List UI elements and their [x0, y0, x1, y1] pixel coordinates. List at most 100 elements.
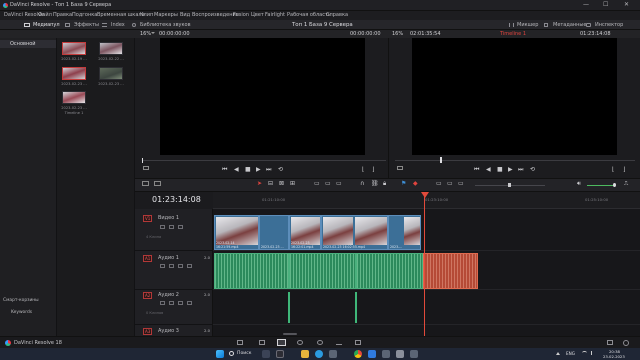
chevron-down-icon[interactable] [151, 32, 155, 34]
media-clip-thumbnail[interactable] [62, 91, 86, 104]
menu-playback[interactable]: Воспроизведение [192, 12, 239, 18]
source-loop-icon[interactable]: ⟲ [278, 166, 283, 173]
source-next-icon[interactable]: ⏭ [266, 166, 271, 174]
link-icon[interactable]: ⛓ [371, 180, 379, 187]
track-tag-v1[interactable]: V1 [143, 215, 153, 222]
track-visibility-icon[interactable] [178, 225, 183, 229]
track-tag-a2[interactable]: A2 [143, 292, 153, 299]
track-name-a1[interactable]: Аудио 1 [158, 255, 179, 261]
app-icon[interactable] [368, 350, 376, 358]
search-icon[interactable] [229, 351, 234, 356]
source-stop-icon[interactable]: ■ [245, 166, 251, 173]
source-view-options-icon[interactable] [143, 166, 149, 170]
home-icon[interactable] [607, 340, 613, 345]
media-clip-thumbnail[interactable] [62, 42, 86, 55]
source-mark-in-icon[interactable]: ⌊ [362, 166, 364, 173]
smart-bin-keywords[interactable]: Keywords [11, 310, 32, 315]
playhead-marker[interactable] [421, 192, 429, 198]
media-clip-thumbnail[interactable] [99, 67, 123, 80]
mute-icon[interactable] [187, 264, 192, 268]
viewer-mode-icon[interactable] [397, 166, 403, 170]
language-indicator[interactable]: ENG [566, 351, 575, 356]
resolve-taskbar-icon[interactable] [276, 350, 284, 358]
wifi-icon[interactable] [582, 351, 587, 355]
trim-tool-icon[interactable]: ⊟ [268, 180, 273, 187]
position-lock-icon[interactable]: 🔒︎ [383, 180, 386, 188]
effects-tab[interactable]: Эффекты [74, 22, 99, 28]
audio-meter-icon[interactable]: ⎍ [624, 180, 628, 188]
track-name-a2[interactable]: Аудио 2 [158, 292, 179, 298]
media-clip-thumbnail[interactable] [62, 67, 86, 80]
menu-workspace[interactable]: Рабочая область [287, 12, 331, 18]
track-tag-a3[interactable]: A3 [143, 328, 153, 335]
track-tag-a1[interactable]: A1 [143, 255, 153, 262]
menu-fairlight[interactable]: Fairlight [265, 12, 285, 18]
menu-color[interactable]: Цвет [251, 12, 264, 18]
menu-edit[interactable]: Правка [53, 12, 72, 18]
page-fairlight-icon[interactable] [336, 340, 342, 345]
minimize-button[interactable]: — [583, 1, 589, 8]
volume-tray-icon[interactable] [591, 351, 595, 355]
zoom-slider-handle[interactable] [508, 183, 511, 187]
snapping-icon[interactable]: ∩ [360, 180, 364, 187]
auto-select-icon[interactable] [169, 225, 174, 229]
page-deliver-icon[interactable] [355, 340, 361, 345]
timeline-loop-icon[interactable]: ⟲ [530, 166, 535, 173]
page-media-icon[interactable] [237, 340, 243, 345]
auto-select-icon[interactable] [169, 301, 174, 305]
blade-tool-icon[interactable]: ⊞ [290, 180, 295, 187]
dynamic-trim-icon[interactable]: ⊠ [279, 180, 284, 187]
timeline-prev-icon[interactable]: ⏮ [474, 166, 479, 174]
zoom-custom-icon[interactable]: ▭ [458, 180, 464, 187]
menu-file[interactable]: Файл [38, 12, 52, 18]
source-playhead[interactable] [142, 158, 143, 163]
lock-icon[interactable] [160, 225, 165, 229]
app-icon[interactable] [382, 350, 390, 358]
zoom-full-icon[interactable]: ▭ [436, 180, 442, 187]
mute-icon[interactable] [187, 301, 192, 305]
video-clip[interactable]: 2023-02-14 16:21:59.mp4 [214, 215, 259, 250]
menu-help[interactable]: Справка [326, 12, 348, 18]
inspector-tab[interactable]: Инспектор [595, 22, 623, 28]
taskbar-search-label[interactable]: Поиск [237, 351, 252, 356]
audio-clip[interactable] [356, 253, 423, 289]
timeline-next-icon[interactable]: ⏭ [518, 166, 523, 174]
source-mark-out-icon[interactable]: ⌋ [372, 166, 374, 173]
timeline-layout-icon[interactable] [142, 181, 149, 186]
volume-slider[interactable] [587, 185, 615, 186]
menu-markers[interactable]: Маркеры [154, 12, 178, 18]
index-tab[interactable]: Index [111, 22, 125, 28]
app-icon[interactable] [396, 350, 404, 358]
lock-icon[interactable] [160, 264, 165, 268]
selection-tool-icon[interactable]: ➤ [257, 180, 262, 187]
video-clip[interactable]: 2023-02-23 ... [259, 215, 289, 250]
clock-date[interactable]: 23.02.2023 [603, 354, 625, 359]
app-icon[interactable] [410, 350, 418, 358]
video-clip[interactable]: 2023-02-23 16:22:01.mp4 [289, 215, 321, 250]
marker-icon[interactable]: ◆ [413, 180, 418, 187]
timeline-name[interactable]: Timeline 1 [500, 31, 526, 37]
close-button[interactable]: ✕ [624, 1, 629, 8]
timeline-reverse-icon[interactable]: ◀ [486, 166, 491, 173]
page-edit-icon[interactable] [277, 339, 286, 346]
task-view-icon[interactable] [262, 350, 270, 358]
volume-icon[interactable]: 🔊︎ [577, 180, 581, 188]
track-name-v1[interactable]: Видео 1 [158, 215, 179, 221]
start-icon[interactable] [216, 350, 224, 358]
zoom-detail-icon[interactable]: ▭ [447, 180, 453, 187]
menu-view[interactable]: Вид [180, 12, 190, 18]
program-zoom[interactable]: 16% [392, 31, 403, 37]
source-viewer-screen[interactable] [160, 38, 365, 155]
explorer-icon[interactable] [301, 350, 309, 358]
solo-icon[interactable] [178, 301, 183, 305]
tray-chevron-icon[interactable] [556, 352, 560, 355]
timeline-scrollbar[interactable] [283, 333, 297, 335]
media-clip-thumbnail[interactable] [99, 42, 123, 55]
video-clip[interactable]: 2023-... [388, 215, 421, 250]
menu-clip[interactable]: Клип [140, 12, 153, 18]
timeline-viewer-playhead[interactable] [440, 157, 442, 163]
replace-clip-icon[interactable]: ▭ [336, 180, 342, 187]
timeline-play-icon[interactable]: ▶ [508, 166, 513, 173]
source-reverse-icon[interactable]: ◀ [234, 166, 239, 173]
video-clip[interactable]: 2023-02-23 16:02:55.mp4 [321, 215, 388, 250]
